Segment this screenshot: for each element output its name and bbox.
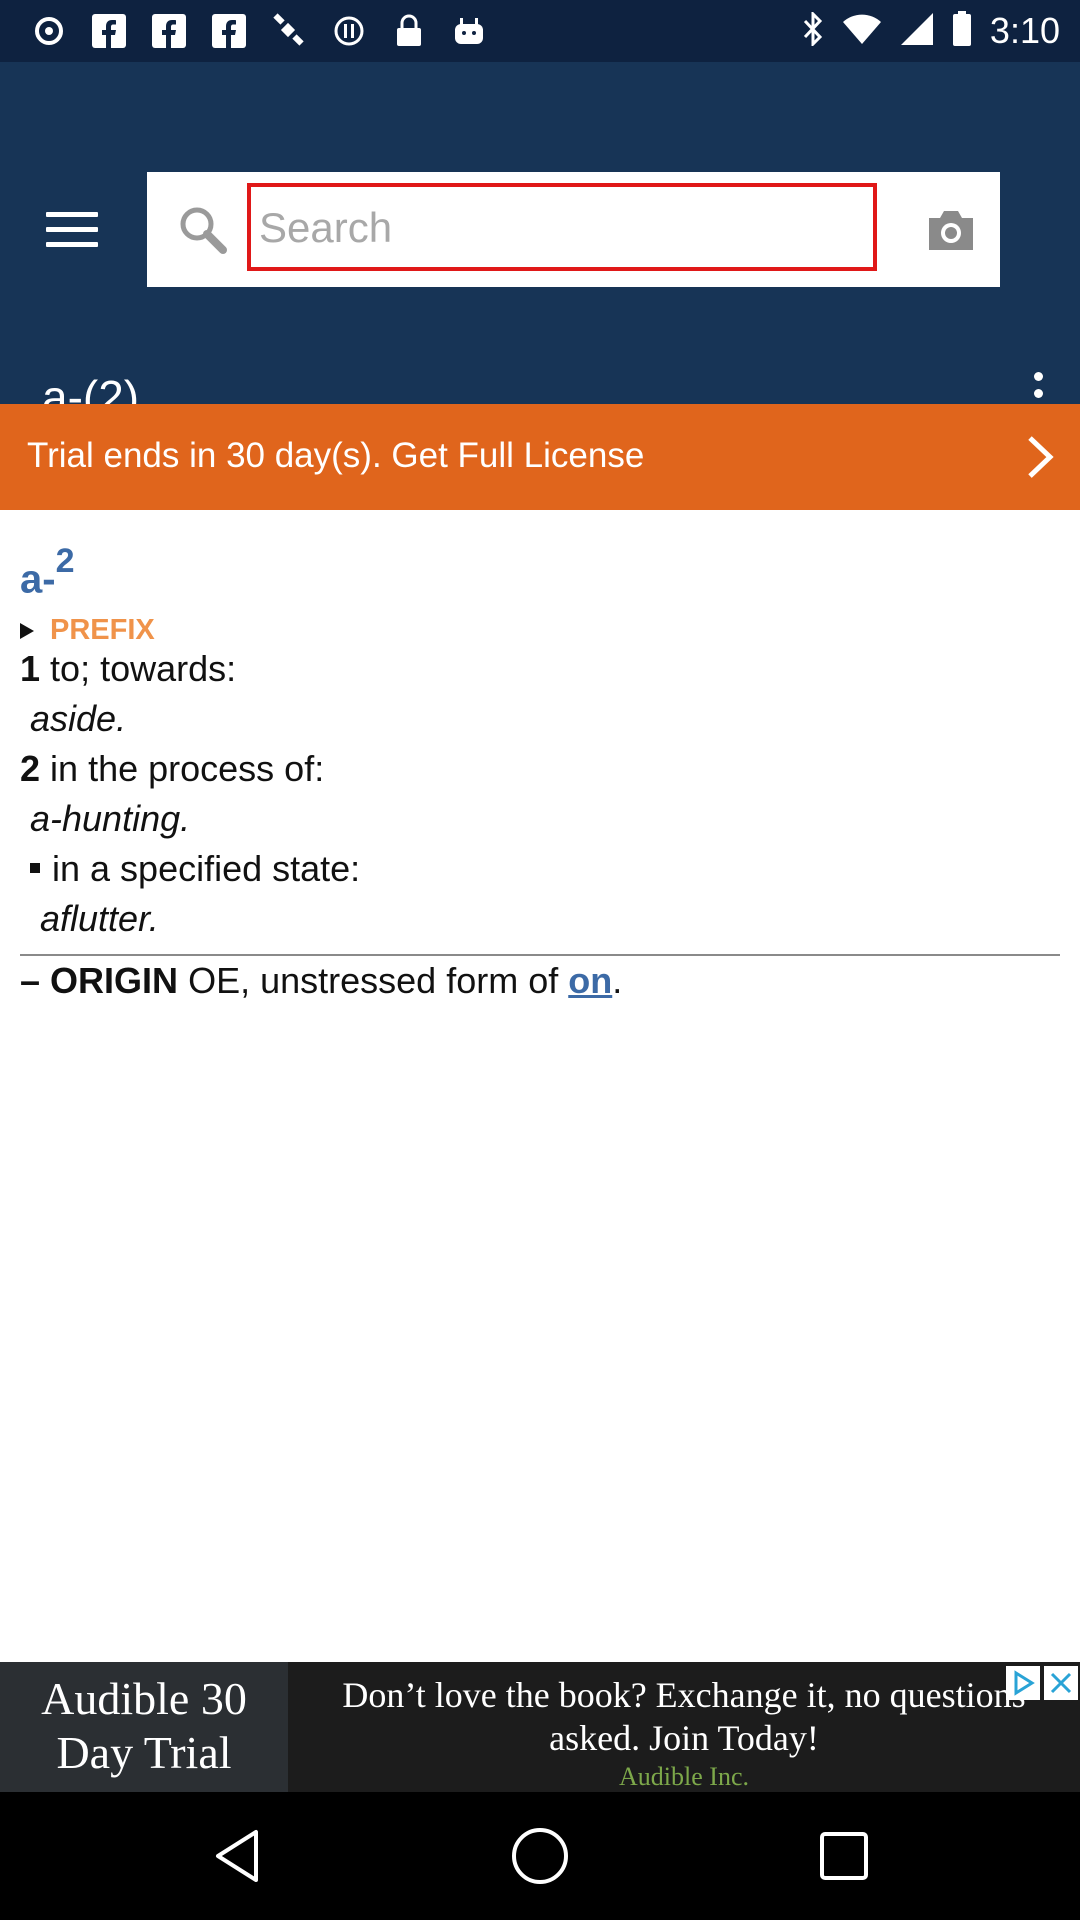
media-icon: [30, 12, 68, 50]
wifi-icon: [842, 13, 882, 50]
headword-text: a-: [20, 557, 56, 602]
headword: a-2: [20, 542, 75, 602]
ad-source: Audible Inc.: [619, 1762, 749, 1791]
app-bar: a-(2): [0, 62, 1080, 423]
sync-icon: [330, 12, 368, 50]
bullet-icon: [30, 863, 40, 874]
sense-number: 1: [20, 648, 41, 689]
system-status: 3:10: [802, 8, 1060, 54]
search-input-frame: [247, 183, 877, 271]
recents-icon[interactable]: [812, 1824, 876, 1888]
signal-icon: [900, 12, 934, 51]
origin-label: ORIGIN: [50, 960, 179, 1001]
origin-dash: –: [20, 960, 41, 1001]
status-bar: 3:10: [0, 0, 1080, 62]
android-icon: [450, 12, 488, 50]
trial-banner-text: Trial ends in 30 day(s). Get Full Licens…: [27, 436, 645, 475]
part-of-speech: PREFIX: [50, 614, 155, 646]
triangle-right-icon: [20, 622, 34, 639]
search-input[interactable]: [257, 191, 871, 265]
notification-icons: [30, 10, 488, 52]
clock: 3:10: [989, 10, 1060, 51]
back-icon[interactable]: [208, 1824, 272, 1888]
satellite-icon: [270, 12, 308, 50]
menu-icon[interactable]: [46, 212, 98, 250]
facebook-icon: [150, 12, 188, 50]
ad-content: Don’t love the book? Exchange it, no que…: [288, 1662, 1080, 1792]
origin-link[interactable]: on: [568, 960, 612, 1001]
navigation-bar: [0, 1792, 1080, 1920]
ad-choices-icon[interactable]: [1006, 1666, 1040, 1700]
sense-number: 2: [20, 748, 41, 789]
subsense-text: in a specified state:: [52, 848, 361, 889]
ad-body: Don’t love the book? Exchange it, no que…: [342, 1675, 1026, 1758]
sense-text: to; towards:: [50, 648, 237, 689]
sense-2: 2 in the process of:: [20, 748, 324, 790]
origin-text: OE, unstressed form of: [188, 960, 559, 1001]
sense-text: in the process of:: [50, 748, 325, 789]
facebook-icon: [90, 12, 128, 50]
sense-1: 1 to; towards:: [20, 648, 236, 690]
origin-end: .: [612, 960, 623, 1001]
subsense-example: aflutter.: [40, 898, 159, 939]
search-icon: [177, 204, 229, 256]
close-icon[interactable]: [1044, 1666, 1078, 1700]
lock-icon: [390, 12, 428, 50]
trial-banner[interactable]: Trial ends in 30 day(s). Get Full Licens…: [0, 404, 1080, 510]
sense-2-example: a-hunting.: [30, 798, 191, 839]
battery-icon: [952, 10, 972, 52]
divider: [20, 954, 1060, 956]
camera-icon[interactable]: [925, 208, 977, 252]
subsense: in a specified state:: [20, 848, 360, 890]
bluetooth-icon: [802, 9, 824, 51]
home-icon[interactable]: [508, 1824, 572, 1888]
homograph-number: 2: [55, 542, 75, 580]
origin-line: – ORIGIN OE, unstressed form of on.: [20, 960, 622, 1002]
facebook-icon: [210, 12, 248, 50]
ad-banner[interactable]: Audible 30 Day Trial Don’t love the book…: [0, 1662, 1080, 1792]
ad-title: Audible 30 Day Trial: [0, 1662, 288, 1792]
sense-1-example: aside.: [30, 698, 127, 739]
search-bar: [147, 172, 1000, 287]
part-of-speech-row: PREFIX: [20, 614, 155, 647]
chevron-right-icon: [1022, 434, 1058, 480]
